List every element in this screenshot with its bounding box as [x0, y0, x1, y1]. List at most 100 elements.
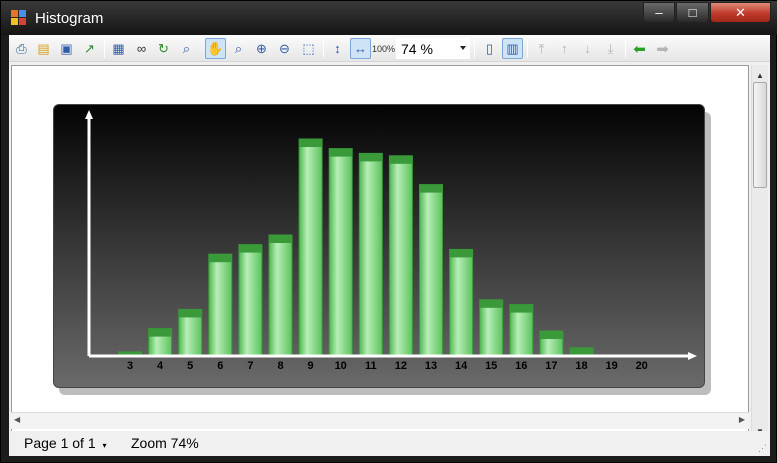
binoculars-icon[interactable]: ∞	[131, 38, 152, 59]
histogram-bar-cap	[539, 331, 563, 339]
x-tick-label: 13	[425, 360, 437, 372]
status-bar: Page 1 of 1 ▾ Zoom 74% ⋰	[9, 431, 770, 456]
horizontal-scrollbar[interactable]: ◀ ▶	[11, 412, 749, 429]
client-area: ⎙ ▤ ▣ ↗ ▦ ∞ ↻ ⌕ ✋ ⌕ ⊕ ⊖ ⬚ ↕ ↔ 100% 74 % …	[9, 35, 770, 456]
scroll-right-icon[interactable]: ▶	[739, 415, 745, 424]
histogram-bar-cap	[329, 148, 353, 157]
histogram-bar	[479, 299, 504, 356]
fit-width-icon[interactable]: ↔	[350, 38, 371, 59]
x-tick-label: 6	[217, 360, 223, 372]
hand-tool-icon[interactable]: ✋	[205, 38, 226, 59]
chevron-down-icon	[460, 46, 466, 50]
y-axis-arrow	[85, 110, 93, 119]
x-tick-label: 3	[127, 360, 133, 372]
vertical-scrollbar[interactable]: ▲ ▼	[751, 65, 768, 443]
histogram-bar	[238, 244, 263, 356]
x-tick-label: 4	[157, 360, 164, 372]
preview-area[interactable]: 3 4 5 6 7 8 9 10 11 12 13 14 15 16 17 18 19 20	[11, 65, 749, 443]
x-tick-label: 8	[277, 360, 283, 372]
zoom-status: Zoom 74%	[131, 435, 199, 451]
open-icon[interactable]: ▤	[33, 38, 54, 59]
x-tick-label: 5	[187, 360, 193, 372]
previous-page-icon[interactable]: ↑	[554, 38, 575, 59]
histogram-bar	[388, 155, 413, 356]
resize-grip-icon[interactable]: ⋰	[758, 443, 767, 454]
toolbar-separator	[474, 40, 475, 58]
toolbar-separator	[104, 40, 105, 58]
histogram-bar-cap	[238, 244, 262, 253]
histogram-bar	[268, 234, 293, 356]
histogram-bar-cap	[178, 309, 202, 318]
forward-icon[interactable]: ➡	[652, 38, 673, 59]
page-indicator[interactable]: Page 1 of 1 ▾	[24, 435, 107, 451]
toolbar: ⎙ ▤ ▣ ↗ ▦ ∞ ↻ ⌕ ✋ ⌕ ⊕ ⊖ ⬚ ↕ ↔ 100% 74 % …	[9, 35, 770, 62]
next-page-icon[interactable]: ↓	[577, 38, 598, 59]
save-icon[interactable]: ▣	[56, 38, 77, 59]
export-icon[interactable]: ↗	[79, 38, 100, 59]
histogram-bar-cap	[359, 153, 383, 162]
window: Histogram – □ ✕ ⎙ ▤ ▣ ↗ ▦ ∞ ↻ ⌕ ✋ ⌕ ⊕ ⊖ …	[0, 0, 777, 463]
x-tick-label: 7	[247, 360, 253, 372]
histogram-bar	[208, 253, 233, 356]
x-tick-label: 20	[636, 360, 648, 372]
print-icon[interactable]: ⎙	[11, 38, 32, 59]
chevron-down-icon: ▾	[102, 441, 107, 450]
minimize-button[interactable]: –	[643, 2, 675, 23]
toolbar-separator	[323, 40, 324, 58]
x-tick-label: 12	[395, 360, 407, 372]
first-page-icon[interactable]: ⤒	[531, 38, 552, 59]
chart-panel: 3 4 5 6 7 8 9 10 11 12 13 14 15 16 17 18 19 20	[53, 104, 705, 388]
zoom-rectangle-icon[interactable]: ⬚	[298, 38, 319, 59]
page-indicator-label: Page 1 of 1	[24, 435, 96, 451]
back-icon[interactable]: ⬅	[629, 38, 650, 59]
x-tick-label: 17	[545, 360, 557, 372]
zoom-in-icon[interactable]: ⊕	[251, 38, 272, 59]
x-tick-label: 16	[515, 360, 527, 372]
histogram-bar-cap	[419, 184, 443, 193]
histogram-bar-cap	[479, 299, 503, 308]
title-bar[interactable]: Histogram – □ ✕	[1, 1, 777, 35]
x-axis-arrow	[688, 352, 697, 360]
refresh-icon[interactable]: ↻	[153, 38, 174, 59]
zoom-dropdown[interactable]: 74 %	[396, 38, 470, 59]
toolbar-separator	[527, 40, 528, 58]
last-page-icon[interactable]: ⤓	[600, 38, 621, 59]
page-search-icon[interactable]: ⌕	[176, 38, 197, 59]
histogram-bar-cap	[509, 304, 533, 313]
toolbar-separator	[625, 40, 626, 58]
magnifier-icon[interactable]: ⌕	[228, 38, 249, 59]
single-page-icon[interactable]: ▯	[479, 38, 500, 59]
histogram-bar	[328, 148, 353, 356]
fit-page-icon[interactable]: ↕	[327, 38, 348, 59]
zoom-100-icon[interactable]: 100%	[372, 38, 395, 59]
x-tick-label: 15	[485, 360, 497, 372]
app-icon	[11, 10, 27, 26]
histogram-bar	[358, 152, 383, 356]
table-icon[interactable]: ▦	[108, 38, 129, 59]
histogram-bar-cap	[148, 328, 172, 337]
scroll-up-icon[interactable]: ▲	[756, 71, 764, 80]
histogram-bar-cap	[570, 347, 593, 355]
x-tick-label: 9	[308, 360, 314, 372]
close-button[interactable]: ✕	[710, 2, 771, 23]
x-tick-label: 11	[365, 360, 377, 372]
histogram-bar-cap	[269, 235, 292, 243]
x-tick-label: 10	[335, 360, 347, 372]
histogram-bar	[449, 248, 474, 356]
scroll-left-icon[interactable]: ◀	[14, 415, 20, 424]
scrollbar-thumb[interactable]	[753, 82, 767, 188]
maximize-button[interactable]: □	[676, 2, 709, 23]
multi-page-icon[interactable]: ▥	[502, 38, 523, 59]
histogram-bar	[419, 184, 443, 356]
histogram-bar-cap	[208, 254, 232, 263]
histogram-chart: 3 4 5 6 7 8 9 10 11 12 13 14 15 16 17 18 19 20	[85, 110, 697, 372]
histogram-bar-cap	[299, 139, 323, 147]
histogram-bar-cap	[449, 249, 473, 258]
zoom-out-icon[interactable]: ⊖	[274, 38, 295, 59]
histogram-bar	[298, 138, 323, 356]
x-tick-label: 14	[455, 360, 468, 372]
window-title: Histogram	[35, 10, 104, 27]
x-tick-label: 18	[575, 360, 587, 372]
x-tick-label: 19	[605, 360, 617, 372]
histogram-bar-cap	[389, 155, 413, 164]
